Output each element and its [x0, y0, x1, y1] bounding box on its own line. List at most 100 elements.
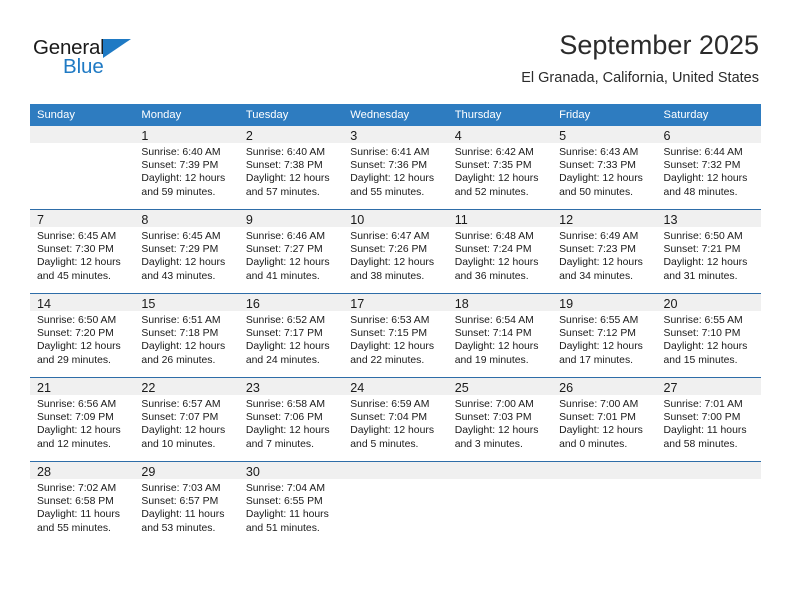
- sunrise-text: Sunrise: 6:41 AM: [350, 147, 430, 158]
- sunset-text: Sunset: 7:32 PM: [663, 160, 741, 172]
- calendar-day-cell[interactable]: 3 Sunrise: 6:41 AM Sunset: 7:36 PM Dayli…: [343, 126, 448, 210]
- calendar-day-cell[interactable]: 9 Sunrise: 6:46 AM Sunset: 7:27 PM Dayli…: [238, 209, 344, 294]
- calendar-day-cell[interactable]: 16 Sunrise: 6:52 AM Sunset: 7:17 PM Dayl…: [238, 293, 344, 378]
- sunrise-text: Sunrise: 6:55 AM: [663, 315, 743, 326]
- sunset-text: Sunset: 7:30 PM: [37, 244, 114, 256]
- daylight-text-line2: and 24 minutes.: [245, 354, 320, 366]
- triangle-logo-icon: [103, 39, 131, 58]
- calendar-day-cell[interactable]: 4 Sunrise: 6:42 AM Sunset: 7:35 PM Dayli…: [447, 126, 553, 210]
- calendar-body: 1 Sunrise: 6:40 AM Sunset: 7:39 PM Dayli…: [30, 126, 761, 545]
- daylight-text-line1: Daylight: 12 hours: [37, 341, 121, 353]
- sunrise-text: Sunrise: 7:01 AM: [663, 399, 743, 410]
- calendar-day-cell[interactable]: 17 Sunrise: 6:53 AM Sunset: 7:15 PM Dayl…: [343, 293, 448, 378]
- calendar-day-cell[interactable]: 7 Sunrise: 6:45 AM Sunset: 7:30 PM Dayli…: [30, 209, 135, 294]
- calendar-day-cell[interactable]: 18 Sunrise: 6:54 AM Sunset: 7:14 PM Dayl…: [447, 293, 553, 378]
- day-number: 7: [37, 213, 45, 227]
- calendar-day-cell[interactable]: 23 Sunrise: 6:58 AM Sunset: 7:06 PM Dayl…: [238, 377, 344, 462]
- sunrise-text: Sunrise: 6:55 AM: [559, 315, 639, 326]
- calendar-day-cell[interactable]: 24 Sunrise: 6:59 AM Sunset: 7:04 PM Dayl…: [343, 377, 448, 462]
- sunrise-text: Sunrise: 6:58 AM: [245, 399, 325, 410]
- daylight-text-line1: Daylight: 12 hours: [663, 341, 748, 353]
- day-number: 22: [141, 381, 156, 395]
- calendar-day-cell[interactable]: 13 Sunrise: 6:50 AM Sunset: 7:21 PM Dayl…: [656, 209, 761, 294]
- sunset-text: Sunset: 7:06 PM: [245, 412, 323, 424]
- calendar-day-cell[interactable]: 29 Sunrise: 7:03 AM Sunset: 6:57 PM Dayl…: [134, 461, 239, 545]
- calendar-day-cell[interactable]: 8 Sunrise: 6:45 AM Sunset: 7:29 PM Dayli…: [134, 209, 239, 294]
- daylight-text-line1: Daylight: 12 hours: [350, 257, 435, 269]
- calendar-day-cell[interactable]: 20 Sunrise: 6:55 AM Sunset: 7:10 PM Dayl…: [656, 293, 761, 378]
- daylight-text-line2: and 19 minutes.: [454, 354, 529, 366]
- calendar-week-row: 1 Sunrise: 6:40 AM Sunset: 7:39 PM Dayli…: [30, 126, 761, 210]
- calendar-day-cell[interactable]: 2 Sunrise: 6:40 AM Sunset: 7:38 PM Dayli…: [238, 126, 344, 210]
- sunset-text: Sunset: 7:00 PM: [663, 412, 741, 424]
- sunset-text: Sunset: 7:17 PM: [245, 328, 323, 340]
- weekday-header-friday: Friday: [552, 104, 657, 126]
- calendar-day-cell[interactable]: 10 Sunrise: 6:47 AM Sunset: 7:26 PM Dayl…: [343, 209, 448, 294]
- sunset-text: Sunset: 7:23 PM: [559, 244, 636, 256]
- daylight-text-line2: and 38 minutes.: [350, 270, 425, 282]
- calendar-week-row: 7 Sunrise: 6:45 AM Sunset: 7:30 PM Dayli…: [30, 209, 761, 294]
- sunset-text: Sunset: 7:38 PM: [245, 160, 323, 172]
- title-block: September 2025 El Granada, California, U…: [521, 30, 759, 87]
- sunrise-text: Sunrise: 6:56 AM: [37, 399, 117, 410]
- calendar-day-cell[interactable]: 15 Sunrise: 6:51 AM Sunset: 7:18 PM Dayl…: [134, 293, 239, 378]
- day-number: 15: [141, 297, 156, 311]
- page-title: September 2025: [559, 30, 759, 60]
- sunset-text: Sunset: 7:07 PM: [141, 412, 219, 424]
- day-number: 23: [245, 381, 260, 395]
- calendar-day-cell[interactable]: 26 Sunrise: 7:00 AM Sunset: 7:01 PM Dayl…: [552, 377, 657, 462]
- weekday-header-tuesday: Tuesday: [238, 104, 344, 126]
- calendar-day-cell[interactable]: 27 Sunrise: 7:01 AM Sunset: 7:00 PM Dayl…: [656, 377, 761, 462]
- calendar-day-cell[interactable]: 5 Sunrise: 6:43 AM Sunset: 7:33 PM Dayli…: [552, 126, 657, 210]
- day-number: 29: [141, 465, 156, 479]
- daylight-text-line2: and 29 minutes.: [37, 354, 111, 366]
- generalblue-logo[interactable]: General Blue: [33, 37, 183, 86]
- sunrise-text: Sunrise: 7:02 AM: [37, 483, 117, 494]
- daylight-text-line2: and 34 minutes.: [559, 270, 634, 282]
- calendar-day-cell[interactable]: [656, 461, 761, 545]
- daylight-text-line1: Daylight: 12 hours: [350, 173, 435, 185]
- sunset-text: Sunset: 7:14 PM: [454, 328, 532, 340]
- calendar-grid: Sunday Monday Tuesday Wednesday Thursday…: [30, 104, 761, 545]
- calendar-day-cell[interactable]: 6 Sunrise: 6:44 AM Sunset: 7:32 PM Dayli…: [656, 126, 761, 210]
- sunset-text: Sunset: 6:55 PM: [245, 496, 323, 508]
- calendar-day-cell[interactable]: 30 Sunrise: 7:04 AM Sunset: 6:55 PM Dayl…: [238, 461, 344, 545]
- daylight-text-line2: and 57 minutes.: [245, 186, 320, 198]
- calendar-week-row: 14 Sunrise: 6:50 AM Sunset: 7:20 PM Dayl…: [30, 293, 761, 378]
- day-number: 24: [350, 381, 365, 395]
- sunset-text: Sunset: 7:15 PM: [350, 328, 428, 340]
- calendar-week-row: 28 Sunrise: 7:02 AM Sunset: 6:58 PM Dayl…: [30, 461, 761, 545]
- calendar-day-cell[interactable]: [552, 461, 657, 545]
- calendar-day-cell[interactable]: [447, 461, 553, 545]
- daylight-text-line2: and 26 minutes.: [141, 354, 216, 366]
- day-number: 21: [37, 381, 52, 395]
- calendar-day-cell[interactable]: 12 Sunrise: 6:49 AM Sunset: 7:23 PM Dayl…: [552, 209, 657, 294]
- daylight-text-line2: and 48 minutes.: [663, 186, 738, 198]
- sunset-text: Sunset: 7:21 PM: [663, 244, 741, 256]
- calendar-day-cell[interactable]: [343, 461, 448, 545]
- sunset-text: Sunset: 7:29 PM: [141, 244, 219, 256]
- calendar-day-cell[interactable]: 25 Sunrise: 7:00 AM Sunset: 7:03 PM Dayl…: [447, 377, 553, 462]
- daylight-text-line1: Daylight: 11 hours: [245, 509, 329, 521]
- calendar-day-cell[interactable]: 21 Sunrise: 6:56 AM Sunset: 7:09 PM Dayl…: [30, 377, 135, 462]
- calendar-day-cell[interactable]: 19 Sunrise: 6:55 AM Sunset: 7:12 PM Dayl…: [552, 293, 657, 378]
- day-number: 8: [141, 213, 149, 227]
- daylight-text-line1: Daylight: 12 hours: [37, 425, 121, 437]
- daylight-text-line2: and 10 minutes.: [141, 438, 216, 450]
- sunrise-text: Sunrise: 6:40 AM: [245, 147, 325, 158]
- calendar-day-cell[interactable]: 1 Sunrise: 6:40 AM Sunset: 7:39 PM Dayli…: [134, 126, 239, 210]
- day-number: 27: [663, 381, 678, 395]
- sunrise-text: Sunrise: 6:59 AM: [350, 399, 430, 410]
- daylight-text-line2: and 51 minutes.: [245, 522, 320, 534]
- calendar-day-cell[interactable]: [30, 126, 135, 210]
- sunset-text: Sunset: 7:04 PM: [350, 412, 428, 424]
- calendar-day-cell[interactable]: 11 Sunrise: 6:48 AM Sunset: 7:24 PM Dayl…: [447, 209, 553, 294]
- calendar-day-cell[interactable]: 14 Sunrise: 6:50 AM Sunset: 7:20 PM Dayl…: [30, 293, 135, 378]
- day-number: 5: [559, 129, 567, 143]
- sunrise-text: Sunrise: 6:52 AM: [245, 315, 325, 326]
- sunrise-text: Sunrise: 6:42 AM: [454, 147, 534, 158]
- calendar-day-cell[interactable]: 22 Sunrise: 6:57 AM Sunset: 7:07 PM Dayl…: [134, 377, 239, 462]
- daylight-text-line1: Daylight: 12 hours: [37, 257, 121, 269]
- sunset-text: Sunset: 7:03 PM: [454, 412, 532, 424]
- calendar-day-cell[interactable]: 28 Sunrise: 7:02 AM Sunset: 6:58 PM Dayl…: [30, 461, 135, 545]
